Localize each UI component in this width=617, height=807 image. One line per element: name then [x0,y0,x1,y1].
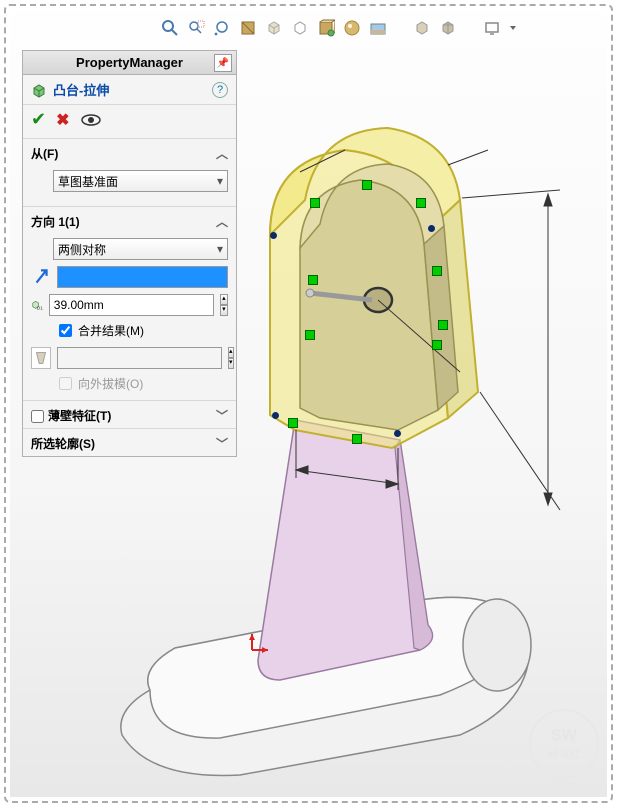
reverse-direction-icon[interactable] [31,267,51,287]
sketch-relation-icon[interactable] [308,275,318,285]
selected-contours-section: 所选轮廓(S) ﹀ [23,429,236,456]
section-view-icon[interactable] [238,18,258,38]
feature-name: 凸台-拉伸 [53,80,206,99]
depth-input[interactable] [49,294,214,316]
thin-feature-section: 薄壁特征(T) ﹀ [23,401,236,429]
edit-appearance-icon[interactable] [342,18,362,38]
selected-contours-header[interactable]: 所选轮廓(S) ﹀ [23,429,236,456]
sketch-relation-icon[interactable] [432,340,442,350]
direction1-section: 方向 1(1) ︿ 两侧对称▾ D1 ▴▾ [23,207,236,401]
sketch-relation-icon[interactable] [432,266,442,276]
view-orientation-icon[interactable] [264,18,284,38]
sketch-relation-icon[interactable] [310,198,320,208]
draft-outward-checkbox: 向外拔模(O) [31,375,228,392]
pm-title-bar: PropertyManager 📌 [23,51,236,75]
help-icon[interactable]: ? [212,82,228,98]
pm-action-row: ✔ ✖ [23,105,236,139]
apply-scene-icon[interactable] [368,18,388,38]
sketch-point[interactable] [270,232,277,239]
zoom-previous-icon[interactable] [212,18,232,38]
sketch-point[interactable] [272,412,279,419]
cancel-button[interactable]: ✖ [56,110,69,130]
sketch-point[interactable] [428,225,435,232]
sketch-relation-icon[interactable] [305,330,315,340]
viewport-icon[interactable] [482,18,502,38]
draft-spinner[interactable]: ▴▾ [228,347,234,369]
pm-feature-header: 凸台-拉伸 ? [23,75,236,105]
property-manager-panel: PropertyManager 📌 凸台-拉伸 ? ✔ ✖ 从(F) ︿ 草图基… [22,50,237,457]
expand-icon: ﹀ [216,407,228,424]
watermark: SW 研习社 [529,709,599,779]
collapse-icon: ︿ [216,213,228,230]
collapse-icon: ︿ [216,145,228,162]
thin-feature-header[interactable]: 薄壁特征(T) ﹀ [23,401,236,428]
expand-icon: ﹀ [216,435,228,452]
ok-button[interactable]: ✔ [31,109,46,130]
depth-icon: D1 [31,295,43,315]
from-select[interactable]: 草图基准面▾ [53,170,228,192]
draft-icon[interactable] [31,347,51,369]
display-style-icon[interactable] [290,18,310,38]
view-settings-icon[interactable] [412,18,432,38]
end-condition-select[interactable]: 两侧对称▾ [53,238,228,260]
direction1-header[interactable]: 方向 1(1) ︿ [23,207,236,234]
render-tools-icon[interactable] [438,18,458,38]
direction-vector-input[interactable] [57,266,228,288]
sketch-point[interactable] [394,430,401,437]
hide-show-icon[interactable] [316,18,336,38]
toolbar-dropdown-icon[interactable] [508,18,518,38]
extrude-boss-icon [31,82,47,98]
thin-feature-checkbox[interactable] [31,410,44,423]
zoom-fit-icon[interactable] [160,18,180,38]
neck-body [258,420,433,680]
sketch-relation-icon[interactable] [352,434,362,444]
detailed-preview-icon[interactable] [80,112,102,128]
pm-title-text: PropertyManager [76,55,183,70]
view-toolbar [160,18,518,38]
from-section: 从(F) ︿ 草图基准面▾ [23,139,236,207]
zoom-area-icon[interactable] [186,18,206,38]
depth-spinner[interactable]: ▴▾ [220,294,228,316]
sketch-relation-icon[interactable] [438,320,448,330]
merge-result-checkbox[interactable]: 合并结果(M) [31,322,228,339]
pin-icon[interactable]: 📌 [214,54,232,72]
sketch-relation-icon[interactable] [362,180,372,190]
from-header[interactable]: 从(F) ︿ [23,139,236,166]
sketch-relation-icon[interactable] [288,418,298,428]
sketch-relation-icon[interactable] [416,198,426,208]
draft-angle-input[interactable] [57,347,222,369]
svg-text:D1: D1 [37,306,43,311]
